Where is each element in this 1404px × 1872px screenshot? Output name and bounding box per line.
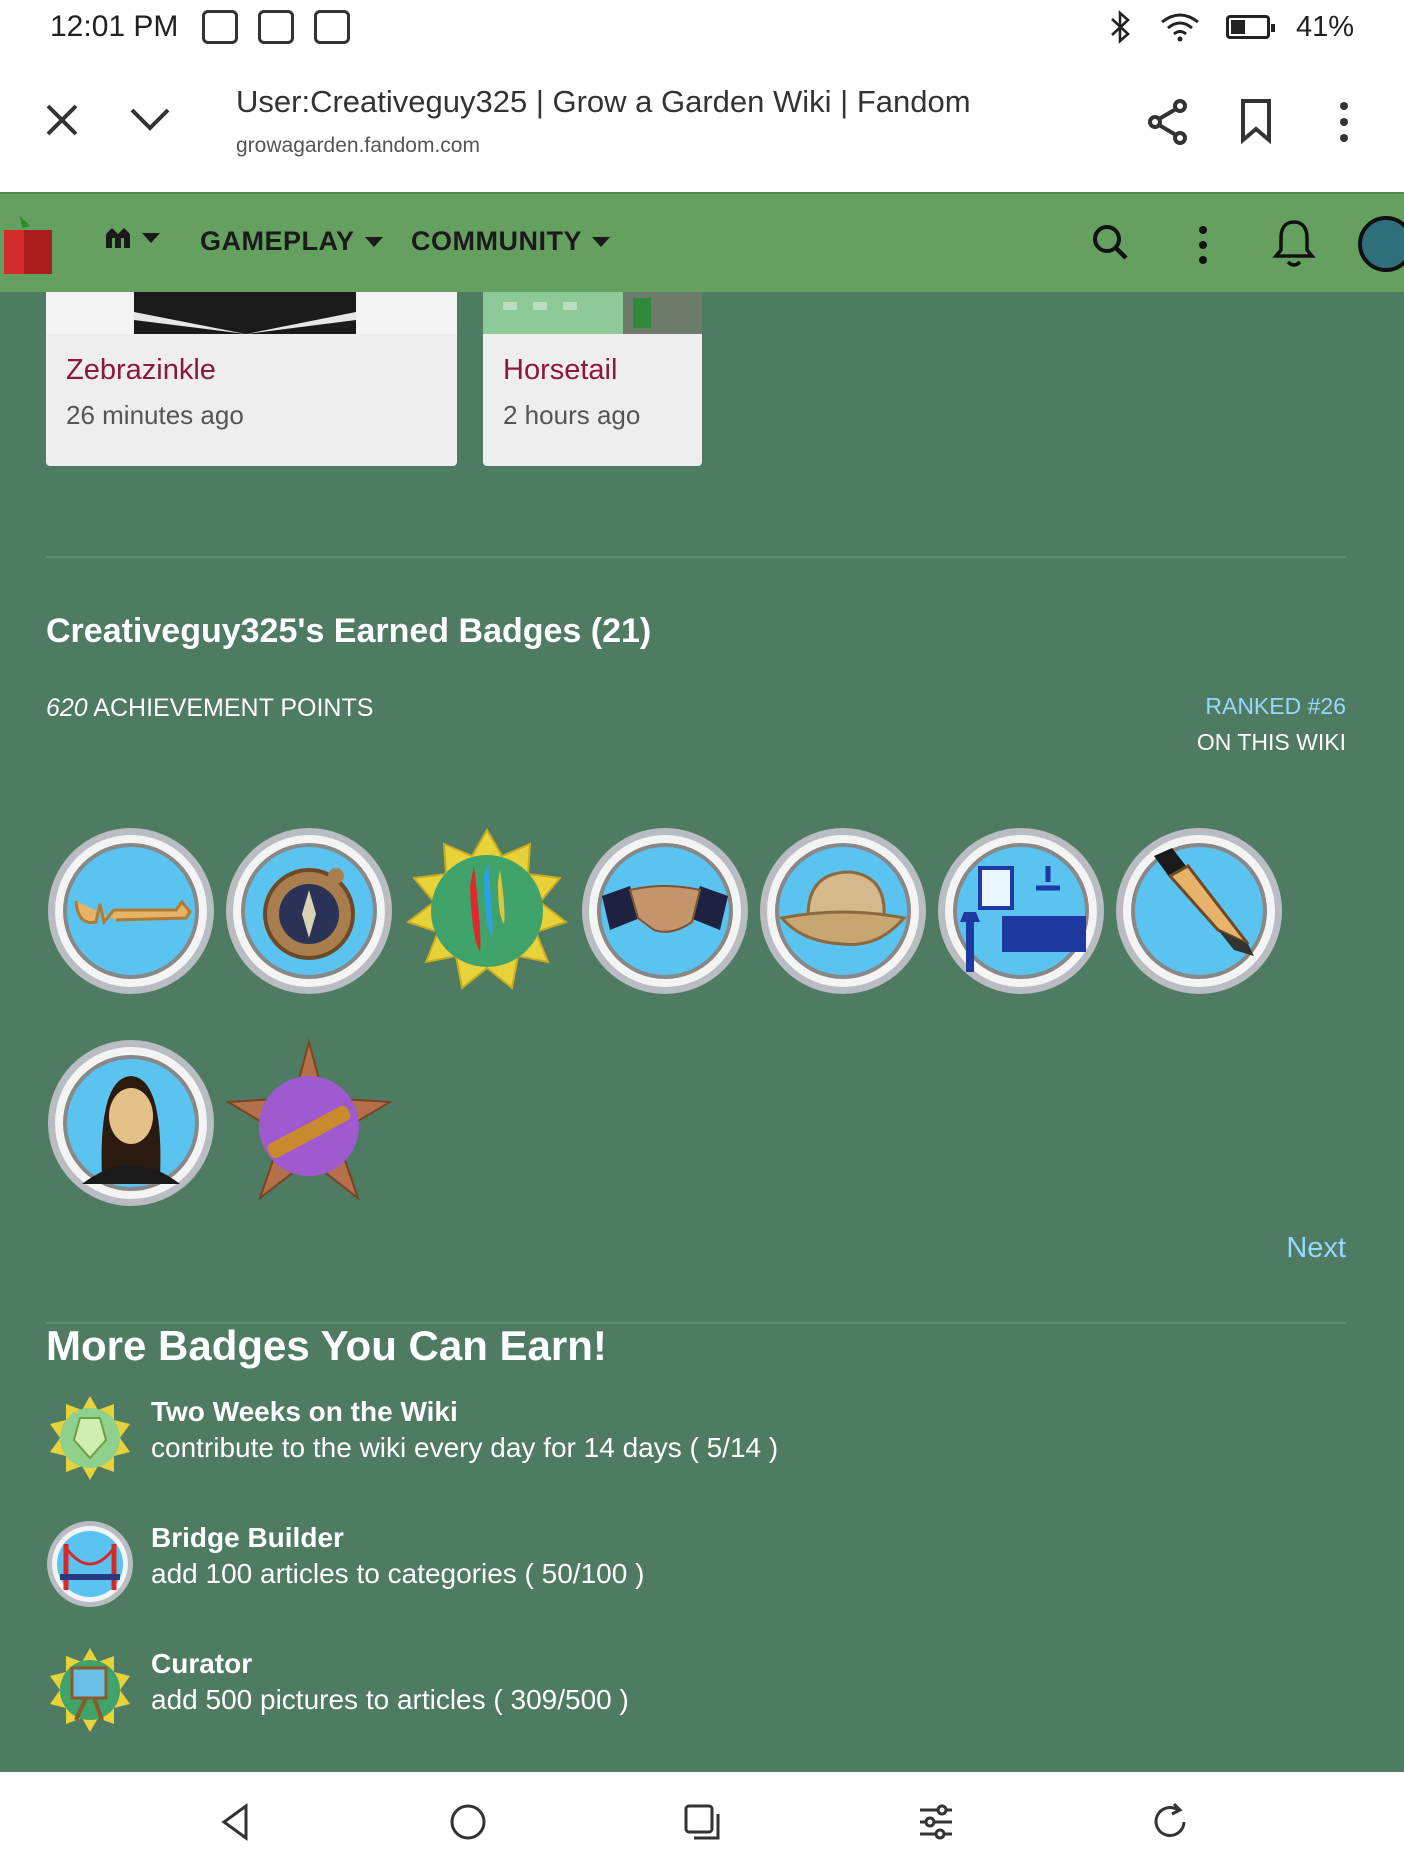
spyglass-icon[interactable] <box>224 1038 394 1208</box>
points-value: 620 <box>46 694 88 722</box>
fandom-icon <box>106 228 130 248</box>
nav-gameplay-label: GAMEPLAY <box>200 226 355 256</box>
page-url: growagarden.fandom.com <box>236 134 480 157</box>
wiki-nav-bar: GAMEPLAY COMMUNITY <box>0 192 1404 292</box>
section-divider <box>46 556 1346 558</box>
caret-down-icon <box>591 236 610 247</box>
rank-value[interactable]: RANKED #26 <box>1197 688 1346 724</box>
more-badges-heading: More Badges You Can Earn! <box>46 1322 607 1369</box>
rank-info: RANKED #26 ON THIS WIKI <box>1197 688 1346 760</box>
bridge-icon <box>46 1520 134 1608</box>
calendar-crystal-icon <box>46 1394 134 1482</box>
battery-percent: 41% <box>1295 10 1354 43</box>
wifi-icon <box>1161 13 1199 42</box>
card-title[interactable]: Zebrazinkle <box>66 354 216 387</box>
achievement-points: 620 ACHIEVEMENT POINTS <box>46 688 373 728</box>
browser-toolbar: User:Creativeguy325 | Grow a Garden Wiki… <box>0 54 1404 192</box>
activity-card[interactable]: Zebrazinkle 26 minutes ago <box>46 292 457 466</box>
battery-icon <box>1225 15 1275 39</box>
search-icon[interactable] <box>1090 222 1130 262</box>
card-timestamp: 26 minutes ago <box>66 400 244 430</box>
close-icon[interactable] <box>40 98 84 142</box>
pith-helmet-icon[interactable] <box>758 826 928 996</box>
list-item[interactable]: Two Weeks on the Wiki contribute to the … <box>46 1394 1346 1486</box>
wiki-logo[interactable] <box>0 212 56 278</box>
page-title: User:Creativeguy325 | Grow a Garden Wiki… <box>236 84 971 119</box>
card-title[interactable]: Horsetail <box>503 354 617 387</box>
recent-apps-icon[interactable] <box>680 1800 724 1844</box>
bluetooth-icon <box>1111 10 1130 44</box>
badge-title: Bridge Builder <box>151 1522 344 1553</box>
list-item[interactable]: Bridge Builder add 100 articles to categ… <box>46 1520 1346 1612</box>
card-thumbnail <box>46 292 457 334</box>
portrait-icon[interactable] <box>46 1038 216 1208</box>
badge-description: add 500 pictures to articles ( 309/500 ) <box>151 1684 629 1715</box>
caret-down-icon <box>364 236 383 247</box>
pen-nib-icon[interactable] <box>1114 826 1284 996</box>
points-label: ACHIEVEMENT POINTS <box>93 694 374 722</box>
notifications-bell-icon[interactable] <box>1272 218 1316 270</box>
status-bar: 12:01 PM 41% <box>0 0 1404 54</box>
fandom-home-menu[interactable] <box>104 226 160 250</box>
main-content: Zebrazinkle 26 minutes ago Horsetail 2 h… <box>0 292 1404 1772</box>
status-time: 12:01 PM <box>50 10 179 43</box>
caret-down-icon <box>142 233 160 243</box>
nav-gameplay[interactable]: GAMEPLAY <box>200 226 383 257</box>
more-menu-icon[interactable] <box>1332 98 1356 146</box>
compass-icon[interactable] <box>224 826 394 996</box>
home-icon[interactable] <box>446 1800 490 1844</box>
key-icon[interactable] <box>46 826 216 996</box>
calendar-notification-icon <box>202 10 239 44</box>
paint-drip-icon[interactable] <box>402 826 572 996</box>
screenshot-notification-icon-2 <box>314 10 351 44</box>
card-thumbnail <box>483 292 702 334</box>
system-navigation-bar <box>0 1772 1404 1872</box>
card-timestamp: 2 hours ago <box>503 400 641 430</box>
badge-description: add 100 articles to categories ( 50/100 … <box>151 1558 645 1589</box>
rank-scope: ON THIS WIKI <box>1196 729 1346 755</box>
next-page-link[interactable]: Next <box>1286 1232 1346 1265</box>
earned-badges-heading: Creativeguy325's Earned Badges (21) <box>46 612 652 650</box>
back-icon[interactable] <box>214 1800 258 1844</box>
share-icon[interactable] <box>1146 98 1190 146</box>
chevron-down-icon[interactable] <box>124 98 176 142</box>
nav-community-label: COMMUNITY <box>411 226 582 256</box>
badge-description: contribute to the wiki every day for 14 … <box>151 1432 779 1463</box>
refresh-icon[interactable] <box>1148 1800 1192 1844</box>
badge-title: Two Weeks on the Wiki <box>151 1396 458 1427</box>
list-item[interactable]: Curator add 500 pictures to articles ( 3… <box>46 1646 1346 1738</box>
activity-card[interactable]: Horsetail 2 hours ago <box>483 292 702 466</box>
bookmark-icon[interactable] <box>1238 98 1274 145</box>
badge-title: Curator <box>151 1648 253 1679</box>
room-furniture-icon[interactable] <box>936 826 1106 996</box>
user-avatar[interactable] <box>1358 216 1404 272</box>
easel-icon <box>46 1646 134 1734</box>
settings-sliders-icon[interactable] <box>914 1800 958 1844</box>
screenshot-notification-icon <box>258 10 295 44</box>
more-options-icon[interactable] <box>1192 224 1214 266</box>
handshake-icon[interactable] <box>580 826 750 996</box>
nav-community[interactable]: COMMUNITY <box>411 226 610 257</box>
